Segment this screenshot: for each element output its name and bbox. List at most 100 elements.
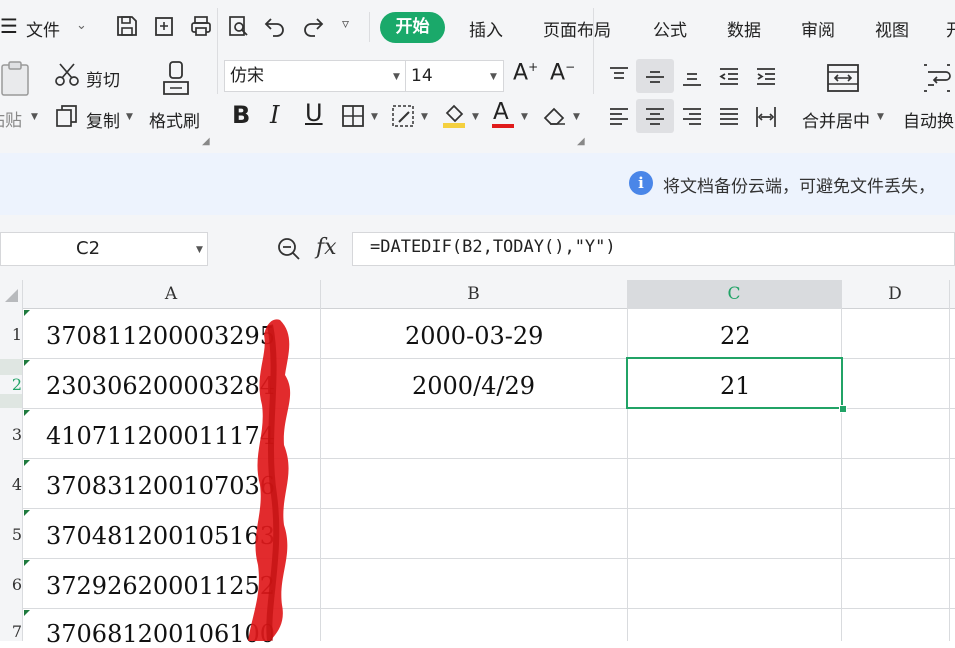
redaction-mark <box>248 319 291 641</box>
chevron-down-icon[interactable]: ▼ <box>421 112 428 122</box>
increase-font-size-icon[interactable]: A+ <box>513 60 538 85</box>
align-center-icon[interactable] <box>642 104 668 130</box>
column-header-c[interactable]: C <box>627 280 841 309</box>
merge-center-icon[interactable] <box>826 62 860 94</box>
row-header-7[interactable]: 7 <box>0 622 22 641</box>
chevron-down-icon[interactable]: ▼ <box>371 112 378 122</box>
cell-b1[interactable]: 2000-03-29 <box>405 322 543 350</box>
select-all-corner[interactable] <box>0 280 22 309</box>
formula-text: =DATEDIF(B2,TODAY(),"Y") <box>370 237 616 257</box>
tab-insert[interactable]: 插入 <box>469 16 503 41</box>
tab-view[interactable]: 视图 <box>875 16 909 41</box>
fill-handle[interactable] <box>839 405 847 413</box>
error-indicator <box>24 410 30 416</box>
chevron-down-icon[interactable]: ▼ <box>877 112 884 122</box>
eraser-icon[interactable] <box>541 104 567 128</box>
cell-style-icon[interactable] <box>391 104 415 128</box>
align-top-icon[interactable] <box>606 64 632 90</box>
chevron-down-icon[interactable]: ▼ <box>573 112 580 122</box>
wrap-text-button[interactable]: 自动换 <box>903 107 954 132</box>
format-painter-icon[interactable] <box>160 60 192 98</box>
divider <box>593 8 594 94</box>
row-header-6[interactable]: 6 <box>0 575 22 594</box>
chevron-down-icon[interactable]: ⌄ <box>76 18 87 33</box>
font-launcher-icon[interactable]: ◢ <box>577 136 585 147</box>
merge-center-button[interactable]: 合并居中 <box>802 107 870 132</box>
fill-color-icon[interactable] <box>441 101 467 129</box>
export-icon[interactable] <box>152 14 176 38</box>
font-name-select[interactable]: 仿宋 <box>224 60 406 92</box>
error-indicator <box>24 560 30 566</box>
align-bottom-icon[interactable] <box>679 64 705 90</box>
align-left-icon[interactable] <box>606 104 632 130</box>
tab-more[interactable]: 开 <box>946 16 955 41</box>
distributed-align-icon[interactable] <box>753 104 779 130</box>
justify-icon[interactable] <box>716 104 742 130</box>
cell-b2[interactable]: 2000/4/29 <box>412 372 535 400</box>
italic-icon[interactable]: I <box>270 101 279 129</box>
cut-button[interactable]: 剪切 <box>86 66 120 91</box>
chevron-down-icon[interactable]: ▼ <box>31 112 38 122</box>
font-color-icon[interactable]: A <box>493 99 509 125</box>
row-header-5[interactable]: 5 <box>0 525 22 544</box>
gridline <box>22 458 955 459</box>
scissors-icon[interactable] <box>54 62 80 88</box>
column-header-d[interactable]: D <box>841 280 949 309</box>
tab-formulas[interactable]: 公式 <box>653 16 687 41</box>
redo-icon[interactable] <box>301 14 325 38</box>
name-box[interactable] <box>0 232 208 266</box>
cell-c1[interactable]: 22 <box>720 322 751 350</box>
copy-icon[interactable] <box>54 103 80 129</box>
print-preview-icon[interactable] <box>226 14 250 38</box>
bold-icon[interactable]: B <box>232 101 250 129</box>
clipboard-launcher-icon[interactable]: ◢ <box>202 136 210 147</box>
column-header-b[interactable]: B <box>320 280 627 309</box>
save-icon[interactable] <box>115 14 139 38</box>
error-indicator <box>24 360 30 366</box>
gridline <box>949 280 950 641</box>
row-header-3[interactable]: 3 <box>0 425 22 444</box>
row-header-1[interactable]: 1 <box>0 325 22 344</box>
chevron-down-icon[interactable]: ▼ <box>393 72 400 82</box>
row-header-4[interactable]: 4 <box>0 475 22 494</box>
info-icon: i <box>629 171 653 195</box>
underline-icon[interactable]: U <box>305 99 323 127</box>
font-size-value: 14 <box>411 66 433 86</box>
wrap-text-icon[interactable] <box>920 62 954 94</box>
zoom-icon[interactable] <box>276 236 302 262</box>
paste-icon[interactable] <box>0 60 34 98</box>
undo-icon[interactable] <box>263 14 287 38</box>
decrease-indent-icon[interactable] <box>716 64 742 90</box>
tab-page-layout[interactable]: 页面布局 <box>543 16 611 41</box>
chevron-down-icon[interactable]: ▼ <box>126 112 133 122</box>
selection-border <box>626 357 843 409</box>
insert-function-button[interactable]: fx <box>316 235 337 260</box>
font-color-swatch <box>492 124 514 128</box>
file-menu[interactable]: 文件 <box>26 16 60 41</box>
copy-button[interactable]: 复制 <box>86 107 120 132</box>
decrease-font-size-icon[interactable]: A− <box>550 60 575 85</box>
align-middle-icon[interactable] <box>642 64 668 90</box>
tab-data[interactable]: 数据 <box>727 16 761 41</box>
align-right-icon[interactable] <box>679 104 705 130</box>
row-header-2[interactable]: 2 <box>0 375 22 394</box>
print-icon[interactable] <box>189 14 213 38</box>
tab-home[interactable]: 开始 <box>380 12 445 43</box>
chevron-down-icon[interactable]: ▼ <box>490 72 497 82</box>
gridline <box>627 280 628 641</box>
customize-toolbar-icon[interactable]: ▿ <box>342 16 349 32</box>
borders-icon[interactable] <box>341 104 365 128</box>
notice-text[interactable]: 将文档备份云端，可避免文件丢失， <box>663 172 935 197</box>
hamburger-icon[interactable]: ☰ <box>0 14 18 38</box>
chevron-down-icon[interactable]: ▼ <box>521 112 528 122</box>
tab-review[interactable]: 审阅 <box>801 16 835 41</box>
chevron-down-icon[interactable]: ▼ <box>472 112 479 122</box>
increase-indent-icon[interactable] <box>753 64 779 90</box>
chevron-down-icon[interactable]: ▼ <box>196 245 203 255</box>
gridline <box>841 280 842 641</box>
paste-button[interactable]: 粘贴 <box>0 106 22 131</box>
column-header-a[interactable]: A <box>22 280 320 309</box>
gridline <box>22 280 23 641</box>
divider <box>217 8 218 94</box>
format-painter-button[interactable]: 格式刷 <box>149 107 200 132</box>
